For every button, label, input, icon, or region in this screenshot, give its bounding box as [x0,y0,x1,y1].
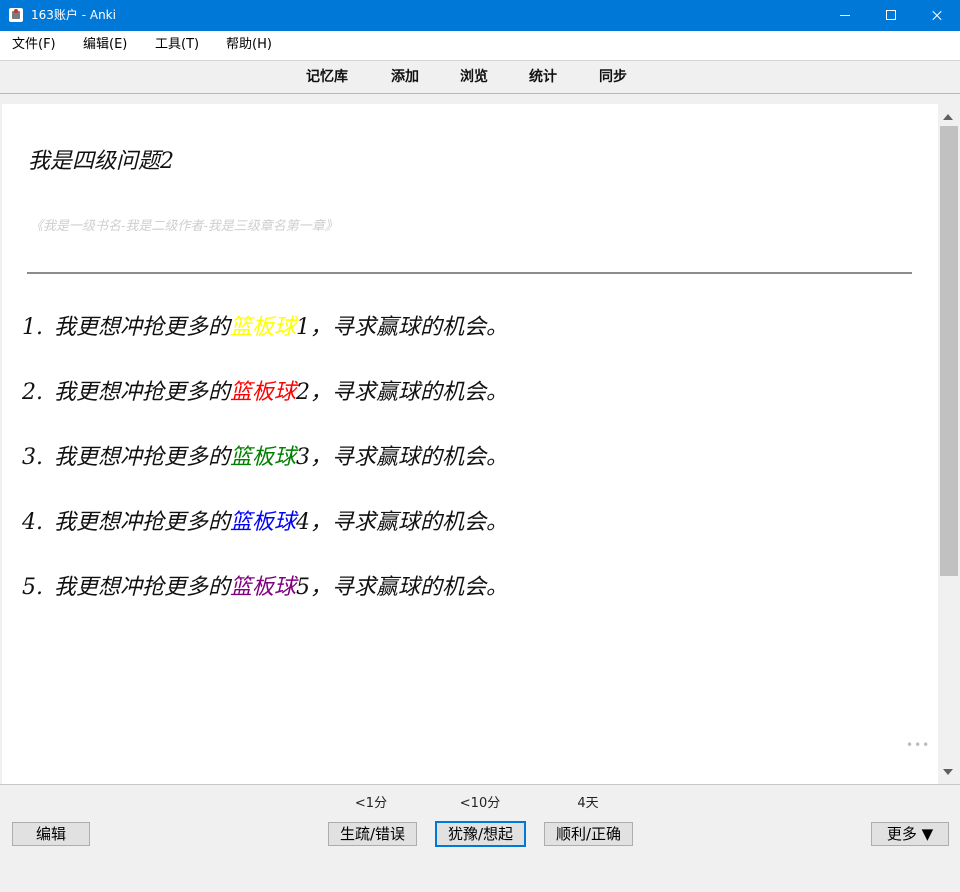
answer-bar: <1分 <10分 4天 编辑 生疏/错误 犹豫/想起 顺利/正确 更多 ▼ [0,784,960,892]
anki-app-icon [9,8,23,22]
answer-item: 3. 我更想冲抢更多的篮板球3，寻求赢球的机会。 [22,444,508,509]
again-interval: <1分 [354,796,388,811]
answer-highlight: 篮板球 [230,315,297,340]
ellipsis-icon[interactable]: ••• [906,738,930,752]
toolbar-sync-link[interactable]: 同步 [599,68,627,86]
window-title: 163账户 - Anki [31,8,116,22]
card-source: 《我是一级书名-我是二级作者-我是三级章名第一章》 [30,219,338,234]
toolbar-stats-link[interactable]: 统计 [529,68,557,86]
answer-item: 4. 我更想冲抢更多的篮板球4，寻求赢球的机会。 [22,509,508,574]
hard-interval: <10分 [459,796,501,811]
answer-highlight: 篮板球 [230,575,297,600]
answer-text-after: 3，寻求赢球的机会。 [296,445,509,470]
maximize-icon[interactable] [868,0,914,31]
answer-text-before: 我更想冲抢更多的 [54,380,231,405]
good-interval: 4天 [577,796,599,811]
toolbar-decks-link[interactable]: 记忆库 [306,68,348,86]
scrollbar-thumb[interactable] [940,126,958,576]
answer-item: 2. 我更想冲抢更多的篮板球2，寻求赢球的机会。 [22,379,508,444]
answer-highlight: 篮板球 [230,510,297,535]
scroll-down-icon[interactable] [943,769,953,775]
menu-tools[interactable]: 工具(T) [155,37,199,53]
answer-text-before: 我更想冲抢更多的 [54,575,231,600]
answer-item: 5. 我更想冲抢更多的篮板球5，寻求赢球的机会。 [22,574,508,639]
toolbar-browse-link[interactable]: 浏览 [460,68,488,86]
answer-number: 1. [22,315,43,340]
answer-text-before: 我更想冲抢更多的 [54,315,231,340]
answer-text-after: 2，寻求赢球的机会。 [296,380,509,405]
answer-number: 5. [22,575,43,600]
answer-text-after: 1，寻求赢球的机会。 [296,315,509,340]
answer-text-before: 我更想冲抢更多的 [54,445,231,470]
more-button[interactable]: 更多 ▼ [871,822,949,846]
answer-highlight: 篮板球 [230,445,297,470]
menu-edit[interactable]: 编辑(E) [83,37,127,53]
answer-number: 3. [22,445,43,470]
close-icon[interactable] [914,0,960,31]
card-question: 我是四级问题2 [28,149,174,174]
minimize-icon[interactable] [822,0,868,31]
edit-button[interactable]: 编辑 [12,822,90,846]
answer-highlight: 篮板球 [230,380,297,405]
answer-text-before: 我更想冲抢更多的 [54,510,231,535]
answer-item: 1. 我更想冲抢更多的篮板球1，寻求赢球的机会。 [22,314,508,379]
vertical-scrollbar[interactable] [938,104,960,784]
answer-text-after: 4，寻求赢球的机会。 [296,510,509,535]
good-button[interactable]: 顺利/正确 [544,822,633,846]
menu-help[interactable]: 帮助(H) [226,37,272,53]
title-bar: 163账户 - Anki [0,0,960,31]
answer-text-after: 5，寻求赢球的机会。 [296,575,509,600]
menu-file[interactable]: 文件(F) [12,37,56,53]
menu-bar: 文件(F) 编辑(E) 工具(T) 帮助(H) [0,31,960,61]
answer-number: 2. [22,380,43,405]
answer-number: 4. [22,510,43,535]
card-view: 我是四级问题2 《我是一级书名-我是二级作者-我是三级章名第一章》 1. 我更想冲… [2,104,938,784]
answer-divider [27,272,912,274]
scroll-up-icon[interactable] [943,114,953,120]
main-toolbar: 记忆库 添加 浏览 统计 同步 [0,61,960,94]
answer-list: 1. 我更想冲抢更多的篮板球1，寻求赢球的机会。 2. 我更想冲抢更多的篮板球2，寻… [22,314,508,639]
toolbar-add-link[interactable]: 添加 [391,68,419,86]
hard-button[interactable]: 犹豫/想起 [435,821,526,847]
again-button[interactable]: 生疏/错误 [328,822,417,846]
